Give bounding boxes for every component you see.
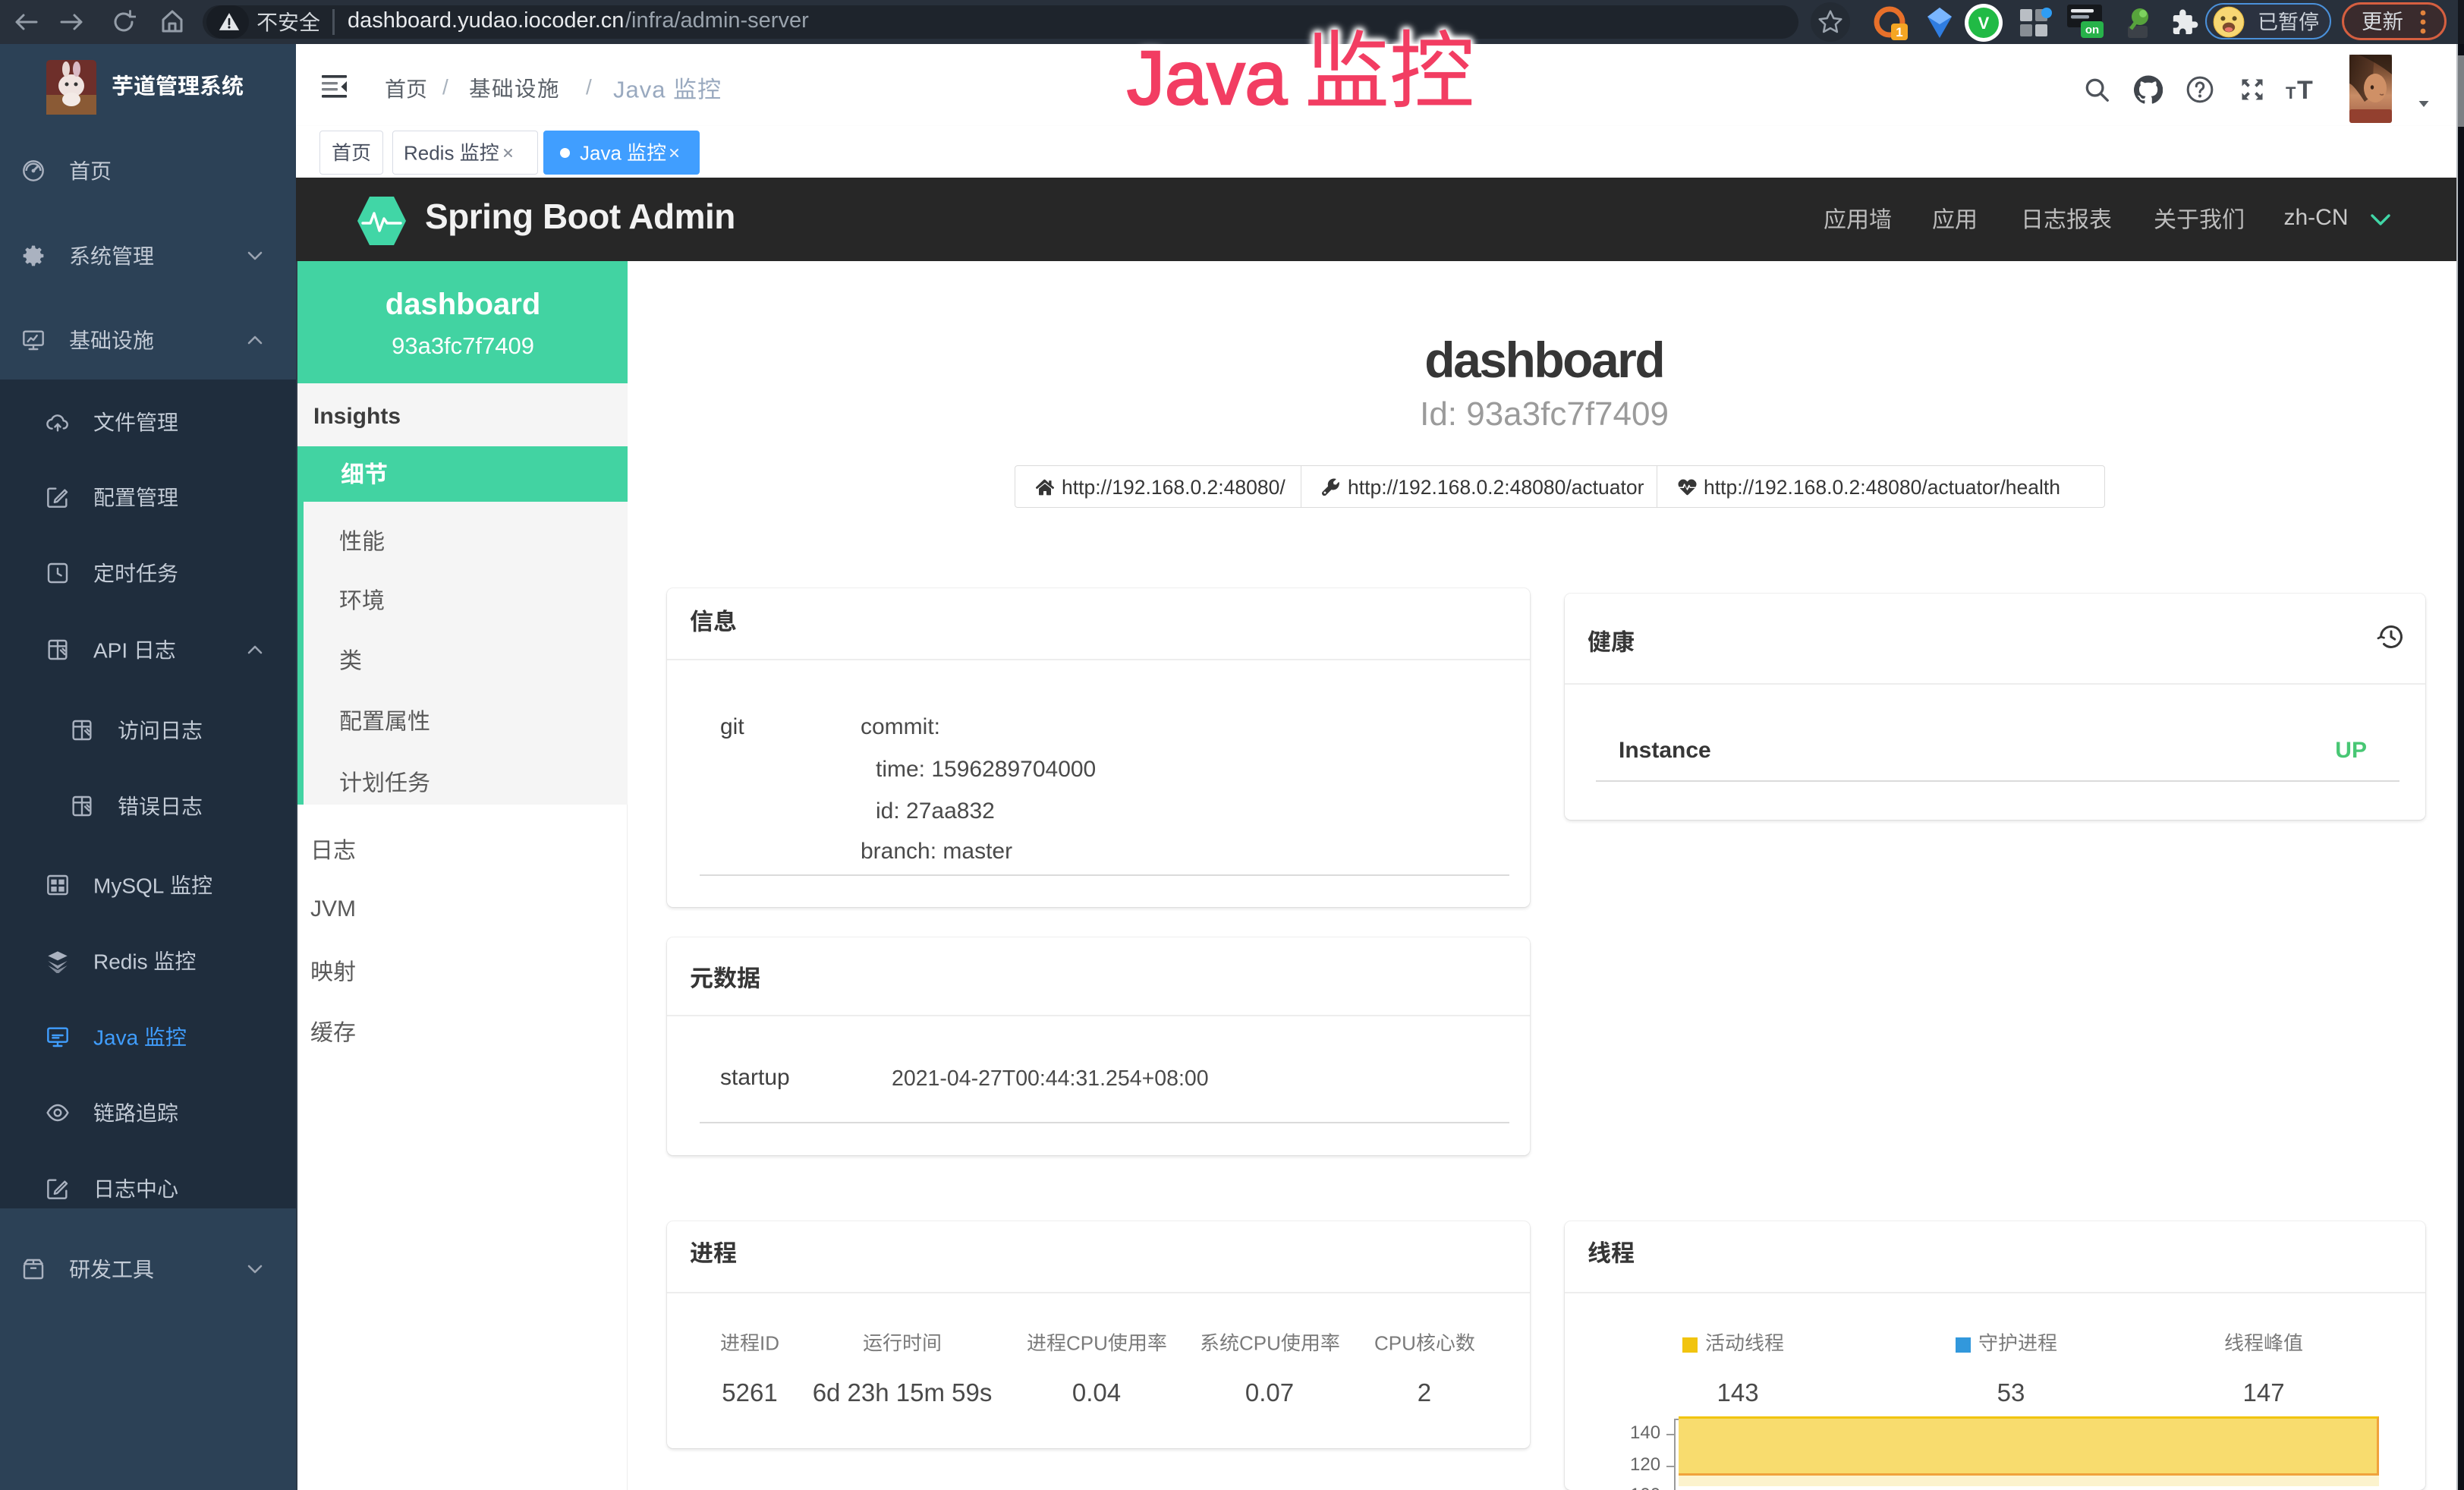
svg-text:Java: Java — [93, 1025, 139, 1049]
svg-text:T: T — [2286, 83, 2296, 102]
svg-text:Redis: Redis — [404, 141, 454, 164]
svg-text:Java: Java — [1127, 36, 1287, 121]
svg-text:API: API — [93, 638, 127, 662]
svg-text:V: V — [1978, 14, 1990, 33]
svg-text:CPU: CPU — [1239, 1331, 1281, 1354]
svg-text:MySQL: MySQL — [93, 874, 164, 897]
svg-text:1: 1 — [1896, 25, 1902, 39]
svg-text:CPU: CPU — [1066, 1331, 1108, 1354]
svg-text:Java: Java — [613, 76, 666, 102]
svg-text:CPU: CPU — [1374, 1331, 1416, 1354]
svg-text:T: T — [2297, 76, 2313, 105]
svg-text:on: on — [2085, 24, 2099, 36]
svg-text:Java: Java — [580, 141, 622, 164]
svg-text:Redis: Redis — [93, 950, 148, 973]
svg-text:ID: ID — [760, 1331, 779, 1354]
